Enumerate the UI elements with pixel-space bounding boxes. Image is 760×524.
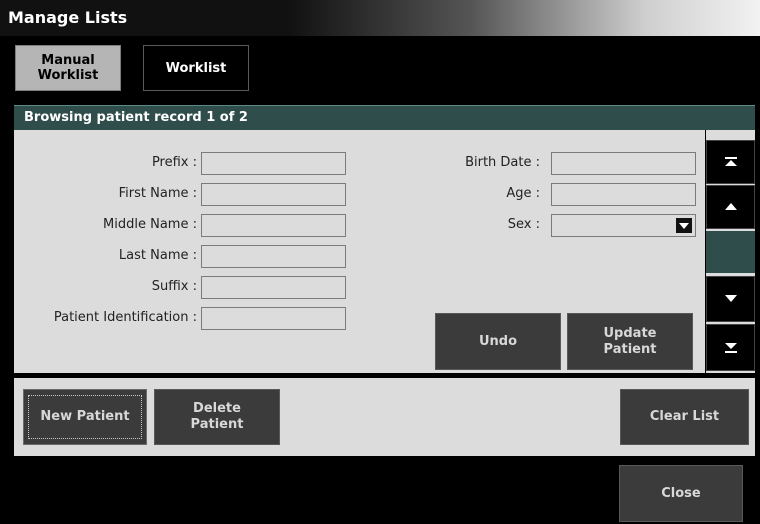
title-bar: Manage Lists bbox=[0, 0, 760, 36]
clear-list-button[interactable]: Clear List bbox=[620, 389, 749, 445]
scroll-down-button[interactable] bbox=[706, 276, 755, 322]
scrollbar-thumb[interactable] bbox=[706, 231, 755, 273]
suffix-field[interactable] bbox=[201, 276, 346, 299]
scroll-to-top-button[interactable] bbox=[706, 140, 755, 184]
first-name-field[interactable] bbox=[201, 183, 346, 206]
scroll-up-button[interactable] bbox=[706, 185, 755, 229]
scroll-up-icon bbox=[724, 203, 737, 210]
first-name-label: First Name : bbox=[118, 186, 197, 201]
sex-select[interactable] bbox=[551, 214, 696, 237]
delete-patient-button[interactable]: Delete Patient bbox=[154, 389, 280, 445]
last-name-field[interactable] bbox=[201, 245, 346, 268]
birth-date-label: Birth Date : bbox=[465, 155, 540, 170]
patient-identification-field[interactable] bbox=[201, 307, 346, 330]
patient-identification-label: Patient Identification : bbox=[53, 310, 197, 325]
middle-name-field[interactable] bbox=[201, 214, 346, 237]
tab-manual-worklist[interactable]: Manual Worklist bbox=[15, 45, 121, 91]
sex-label: Sex : bbox=[507, 217, 540, 232]
close-button[interactable]: Close bbox=[619, 465, 743, 522]
middle-name-label: Middle Name : bbox=[103, 217, 197, 232]
tab-worklist[interactable]: Worklist bbox=[143, 45, 249, 91]
age-field[interactable] bbox=[551, 183, 696, 206]
chevron-down-icon[interactable] bbox=[676, 218, 692, 233]
new-patient-button[interactable]: New Patient bbox=[23, 389, 147, 445]
scroll-to-bottom-icon bbox=[724, 342, 737, 353]
record-status-header: Browsing patient record 1 of 2 bbox=[14, 105, 755, 130]
birth-date-field[interactable] bbox=[551, 152, 696, 175]
scroll-to-bottom-button[interactable] bbox=[706, 324, 755, 371]
age-label: Age : bbox=[506, 186, 540, 201]
focus-outline bbox=[28, 395, 142, 439]
last-name-label: Last Name : bbox=[118, 248, 197, 263]
prefix-field[interactable] bbox=[201, 152, 346, 175]
update-patient-button[interactable]: Update Patient bbox=[567, 313, 693, 370]
prefix-label: Prefix : bbox=[151, 155, 197, 170]
undo-button[interactable]: Undo bbox=[435, 313, 561, 370]
scroll-down-icon bbox=[724, 295, 737, 302]
window-title: Manage Lists bbox=[8, 8, 128, 27]
suffix-label: Suffix : bbox=[151, 279, 197, 294]
scroll-to-top-icon bbox=[724, 157, 737, 166]
